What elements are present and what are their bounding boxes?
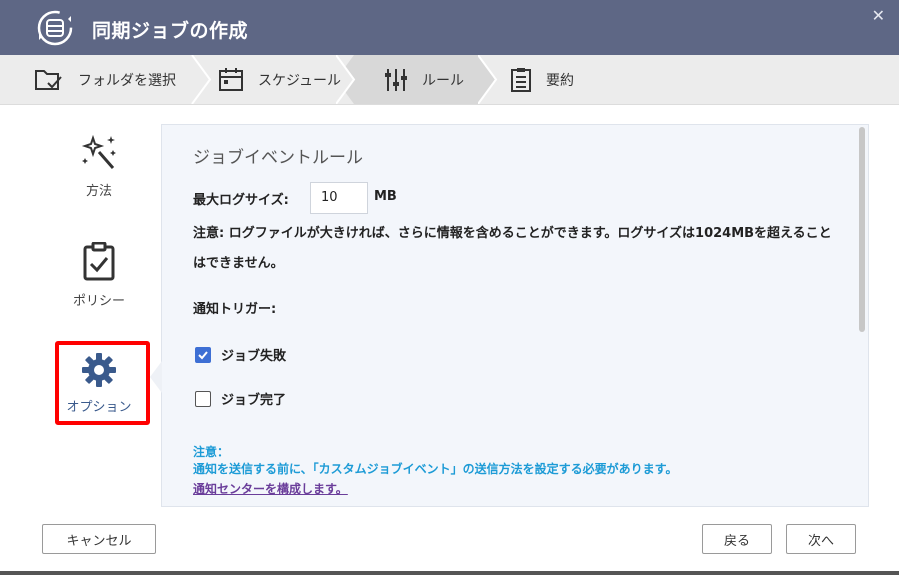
max-log-size-input[interactable]: 10	[310, 182, 368, 214]
notification-trigger-label: 通知トリガー:	[193, 302, 277, 317]
job-failed-label: ジョブ失敗	[221, 349, 287, 364]
step-label: ルール	[422, 72, 464, 89]
magic-wand-icon	[81, 134, 116, 169]
window-title: 同期ジョブの作成	[92, 20, 249, 42]
step-label: 要約	[546, 72, 574, 89]
step-separator	[191, 55, 212, 104]
notification-center-link[interactable]: 通知センターを構成します。	[193, 482, 348, 496]
window-bottom-edge	[0, 571, 899, 575]
job-failed-checkbox[interactable]	[195, 346, 211, 363]
job-completed-checkbox[interactable]	[195, 390, 211, 407]
check-icon	[198, 350, 208, 359]
log-size-note: 注意: ログファイルが大きければ、さらに情報を含めることができます。ログサイズは…	[193, 226, 832, 271]
trigger-job-completed[interactable]: ジョブ完了	[195, 389, 286, 408]
step-rules: ルール	[384, 55, 464, 104]
notice-text: 通知を送信する前に、「カスタムジョブイベント」の送信方法を設定する必要があります…	[193, 462, 678, 476]
sidebar-item-policy[interactable]: ポリシー	[54, 241, 144, 309]
sliders-icon	[385, 68, 407, 91]
cancel-button[interactable]: キャンセル	[42, 524, 156, 554]
wizard-steps: フォルダを選択 スケジュール ルール 要約	[0, 55, 899, 105]
step-label: スケジュール	[258, 72, 342, 89]
step-select-folder: フォルダを選択	[34, 55, 176, 104]
trigger-job-failed[interactable]: ジョブ失敗	[195, 345, 286, 364]
sidebar-item-label: 方法	[85, 184, 112, 199]
sidebar-item-label: オプション	[66, 400, 132, 415]
panel-scrollbar[interactable]	[859, 127, 865, 332]
notice-title: 注意：	[193, 445, 230, 459]
step-summary: 要約	[510, 55, 574, 104]
title-bar: 同期ジョブの作成 ✕	[0, 0, 899, 55]
close-icon[interactable]: ✕	[872, 6, 885, 25]
gear-icon	[82, 353, 116, 387]
sidebar-item-method[interactable]: 方法	[54, 132, 144, 199]
sidebar-item-label: ポリシー	[72, 294, 125, 309]
max-log-size-unit: MB	[374, 189, 397, 204]
job-completed-label: ジョブ完了	[221, 393, 287, 408]
step-separator	[478, 55, 498, 104]
next-button[interactable]: 次へ	[786, 524, 856, 554]
clipboard-list-icon	[511, 67, 531, 92]
sync-job-icon	[37, 10, 73, 46]
step-label: フォルダを選択	[78, 72, 176, 89]
sidebar-item-options[interactable]: オプション	[54, 352, 144, 415]
clipboard-check-icon	[83, 241, 115, 281]
section-title: ジョブイベントルール	[193, 148, 363, 168]
max-log-size-label: 最大ログサイズ:	[193, 193, 289, 208]
panel-pointer	[150, 361, 162, 393]
notification-notice: 注意： 通知を送信する前に、「カスタムジョブイベント」の送信方法を設定する必要が…	[193, 444, 677, 498]
step-schedule: スケジュール	[218, 55, 341, 104]
back-button[interactable]: 戻る	[702, 524, 772, 554]
folder-check-icon	[35, 69, 62, 90]
calendar-icon	[219, 67, 243, 91]
